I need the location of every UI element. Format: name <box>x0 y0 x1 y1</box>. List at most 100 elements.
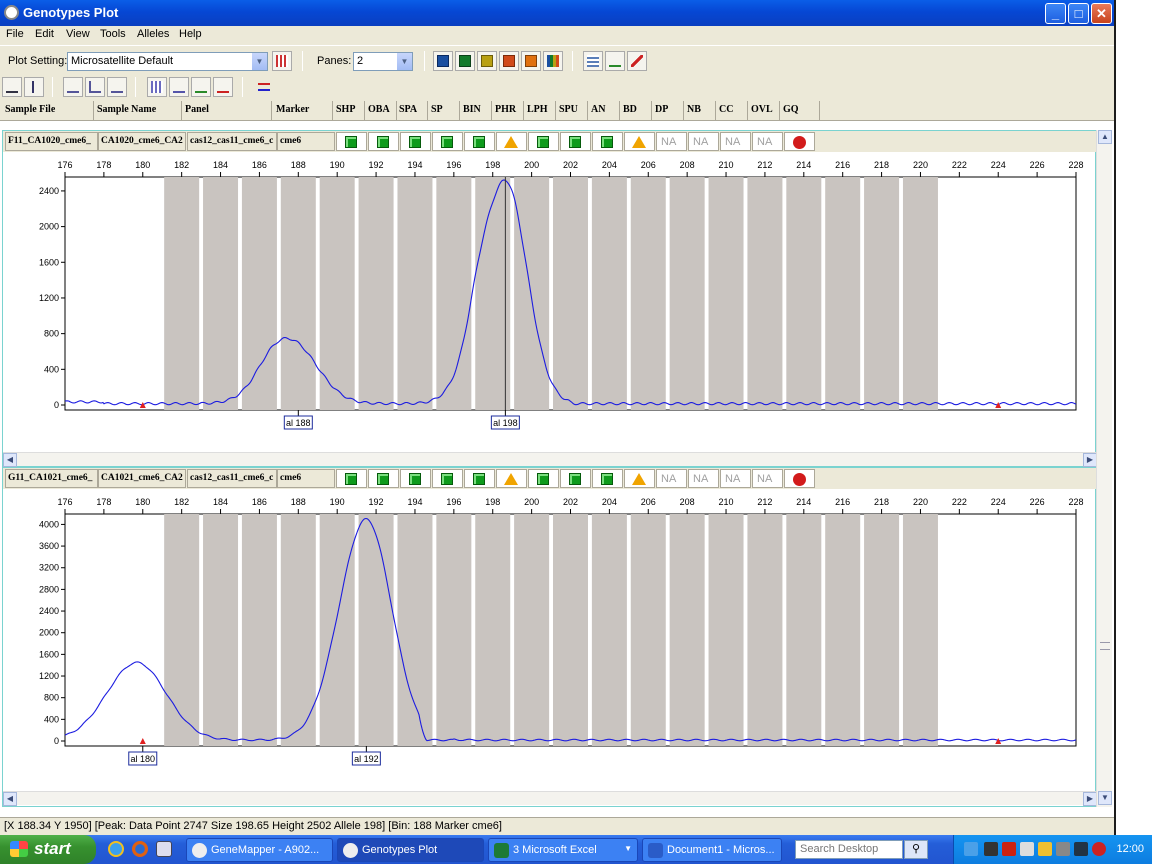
menu-help[interactable]: Help <box>179 28 202 40</box>
network-icon[interactable] <box>1056 842 1070 856</box>
column-header[interactable]: BD <box>620 101 652 120</box>
quality-flag-phr[interactable] <box>496 469 527 488</box>
quality-flag-gq[interactable] <box>784 132 815 151</box>
quality-flag-spa[interactable] <box>400 132 431 151</box>
plot-setting-select[interactable]: Microsatellite Default ▼ <box>67 52 268 71</box>
column-header[interactable]: CC <box>716 101 748 120</box>
task-word[interactable]: Document1 - Micros... <box>642 838 782 862</box>
menu-edit[interactable]: Edit <box>35 28 54 40</box>
quality-flag-nb[interactable]: NA <box>688 132 719 151</box>
add-allele-button[interactable] <box>191 77 211 97</box>
column-header[interactable]: LPH <box>524 101 556 120</box>
quality-flag-lph[interactable] <box>528 469 559 488</box>
view-all-peaks-button[interactable] <box>2 77 22 97</box>
quality-flag-bin[interactable] <box>464 469 495 488</box>
peak-labels-button[interactable] <box>605 51 625 71</box>
column-header[interactable]: Sample File <box>2 101 94 120</box>
quality-flag-cc[interactable]: NA <box>720 132 751 151</box>
dye-yellow-button[interactable] <box>477 51 497 71</box>
volume-icon[interactable] <box>984 842 998 856</box>
security-alert-icon[interactable] <box>1092 842 1106 856</box>
tray-update-icon[interactable] <box>1038 842 1052 856</box>
tray-n-icon[interactable] <box>1002 842 1016 856</box>
menu-view[interactable]: View <box>66 28 90 40</box>
menu-file[interactable]: File <box>6 28 24 40</box>
swap-panes-button[interactable] <box>254 77 274 97</box>
peak-view-button[interactable] <box>169 77 189 97</box>
scroll-right-button[interactable]: ▶ <box>1083 453 1097 467</box>
scroll-thumb-grip[interactable] <box>1100 642 1110 650</box>
column-header[interactable]: DP <box>652 101 684 120</box>
column-header[interactable]: Sample Name <box>94 101 182 120</box>
scroll-down-button[interactable]: ▼ <box>1098 791 1112 805</box>
quality-flag-dp[interactable]: NA <box>656 469 687 488</box>
quality-flag-bd[interactable] <box>624 469 655 488</box>
quality-flag-spu[interactable] <box>560 469 591 488</box>
firefox-icon[interactable] <box>132 841 148 857</box>
task-genemapper[interactable]: GeneMapper - A902... <box>186 838 333 862</box>
column-header[interactable]: SHP <box>333 101 365 120</box>
scale-y-button[interactable] <box>85 77 105 97</box>
quality-flag-oba[interactable] <box>368 469 399 488</box>
column-header[interactable]: Marker <box>273 101 333 120</box>
quality-flag-oba[interactable] <box>368 132 399 151</box>
column-header[interactable]: Panel <box>182 101 272 120</box>
quality-flag-ovl[interactable]: NA <box>752 469 783 488</box>
desktop-search-input[interactable]: Search Desktop <box>795 840 903 859</box>
column-header[interactable]: SPU <box>556 101 588 120</box>
show-desktop-icon[interactable] <box>156 841 172 857</box>
start-button[interactable]: start <box>0 835 96 864</box>
quality-flag-spu[interactable] <box>560 132 591 151</box>
tray-search-icon[interactable] <box>964 842 978 856</box>
quality-flag-dp[interactable]: NA <box>656 132 687 151</box>
dye-green-button[interactable] <box>455 51 475 71</box>
delete-allele-button[interactable] <box>213 77 233 97</box>
quality-flag-spa[interactable] <box>400 469 431 488</box>
horizontal-scrollbar[interactable]: ◀ ▶ <box>3 452 1097 467</box>
allele-markers-button[interactable] <box>627 51 647 71</box>
column-header[interactable]: AN <box>588 101 620 120</box>
quality-flag-gq[interactable] <box>784 469 815 488</box>
scale-xy-button[interactable] <box>107 77 127 97</box>
quality-flag-nb[interactable]: NA <box>688 469 719 488</box>
column-header[interactable]: SP <box>428 101 460 120</box>
minimize-button[interactable]: _ <box>1045 3 1066 24</box>
quality-flag-bin[interactable] <box>464 132 495 151</box>
scroll-up-button[interactable]: ▲ <box>1098 130 1112 144</box>
dye-orange-button[interactable] <box>521 51 541 71</box>
display-icon[interactable] <box>1074 842 1088 856</box>
internet-explorer-icon[interactable] <box>108 841 124 857</box>
quality-flag-an[interactable] <box>592 132 623 151</box>
quality-flag-lph[interactable] <box>528 132 559 151</box>
task-excel[interactable]: 3 Microsoft Excel ▼ <box>488 838 638 862</box>
quality-flag-shp[interactable] <box>336 469 367 488</box>
quality-flag-sp[interactable] <box>432 132 463 151</box>
dye-blue-button[interactable] <box>433 51 453 71</box>
view-single-peak-button[interactable] <box>24 77 44 97</box>
column-header[interactable]: OVL <box>748 101 780 120</box>
column-header[interactable]: PHR <box>492 101 524 120</box>
column-header[interactable]: GQ <box>780 101 820 120</box>
column-header[interactable]: NB <box>684 101 716 120</box>
dye-all-button[interactable] <box>543 51 563 71</box>
quality-flag-an[interactable] <box>592 469 623 488</box>
column-header[interactable]: OBA <box>365 101 397 120</box>
quality-flag-cc[interactable]: NA <box>720 469 751 488</box>
scroll-left-button[interactable]: ◀ <box>3 453 17 467</box>
panes-select[interactable]: 2 ▼ <box>353 52 413 71</box>
dye-red-button[interactable] <box>499 51 519 71</box>
electropherogram-plot[interactable]: 176 178 180 182 184 186 188 190 192 194 196 198 200 2… <box>3 152 1097 452</box>
column-header[interactable]: SPA <box>396 101 428 120</box>
quality-flag-ovl[interactable]: NA <box>752 132 783 151</box>
scale-x-button[interactable] <box>63 77 83 97</box>
horizontal-scrollbar[interactable]: ◀ ▶ <box>3 791 1097 806</box>
bins-button[interactable] <box>147 77 167 97</box>
quality-flag-sp[interactable] <box>432 469 463 488</box>
tray-tools-icon[interactable] <box>1020 842 1034 856</box>
column-header[interactable]: BIN <box>460 101 492 120</box>
vertical-scrollbar[interactable]: ▲ ▼ <box>1096 130 1112 807</box>
search-icon[interactable]: ⚲ <box>904 840 928 859</box>
close-button[interactable]: ✕ <box>1091 3 1112 24</box>
task-genotypes-plot[interactable]: Genotypes Plot <box>337 838 484 862</box>
menu-alleles[interactable]: Alleles <box>137 28 169 40</box>
